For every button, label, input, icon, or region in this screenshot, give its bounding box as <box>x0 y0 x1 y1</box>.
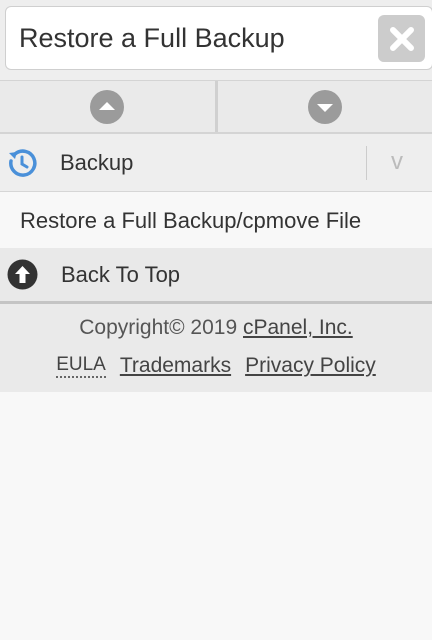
footer: Copyright© 2019 cPanel, Inc. EULA Tradem… <box>0 304 432 392</box>
back-to-top-label: Back To Top <box>61 261 181 287</box>
next-result-button[interactable] <box>218 81 432 132</box>
privacy-policy-link[interactable]: Privacy Policy <box>245 354 376 378</box>
backup-clock-icon <box>9 148 37 177</box>
empty-area <box>0 392 432 640</box>
back-to-top-button[interactable]: Back To Top <box>0 248 432 304</box>
circle-up-arrow-icon <box>90 89 125 124</box>
footer-links: EULA Trademarks Privacy Policy <box>0 354 432 378</box>
list-item: Restore a Full Backup/cpmove File <box>0 193 432 248</box>
result-link-restore-full-backup[interactable]: Restore a Full Backup/cpmove File <box>20 208 361 234</box>
up-arrow-circle-icon <box>7 259 38 290</box>
copyright-text: Copyright© 2019 <box>79 316 238 339</box>
previous-result-button[interactable] <box>0 81 218 132</box>
chevron-down-icon[interactable]: v <box>391 148 403 176</box>
eula-link[interactable]: EULA <box>56 354 106 378</box>
search-box <box>5 6 432 70</box>
cpanel-link[interactable]: cPanel, Inc. <box>243 316 353 339</box>
search-bar <box>0 0 432 80</box>
section-header-backup[interactable]: Backup v <box>0 134 432 192</box>
section-divider <box>366 146 367 180</box>
close-x-icon <box>389 26 414 51</box>
circle-down-arrow-icon <box>307 89 342 124</box>
copyright-line: Copyright© 2019 cPanel, Inc. <box>0 316 432 340</box>
trademarks-link[interactable]: Trademarks <box>120 354 231 378</box>
search-input[interactable] <box>19 16 359 60</box>
clear-search-button[interactable] <box>378 15 425 62</box>
section-title: Backup <box>60 149 134 175</box>
result-navigation <box>0 80 432 134</box>
